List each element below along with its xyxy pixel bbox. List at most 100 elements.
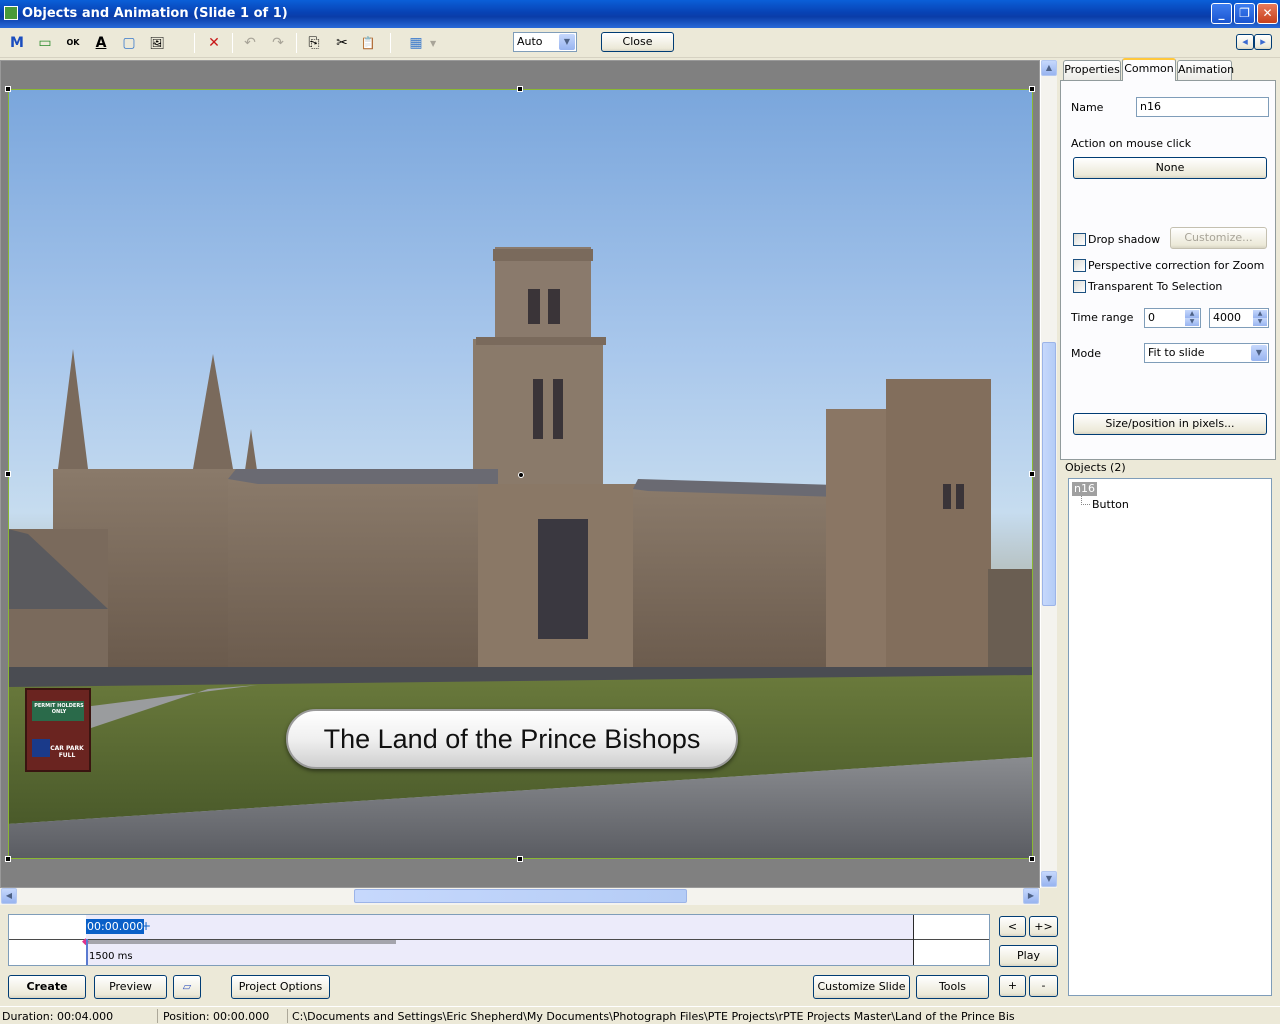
spin-down-icon[interactable]: ▼ (1185, 318, 1199, 326)
tools-button[interactable]: Tools (916, 975, 989, 999)
timeline-playhead[interactable] (86, 939, 88, 965)
copy-icon[interactable]: ⎘ (303, 32, 325, 54)
mode-select-value: Fit to slide (1148, 346, 1205, 359)
status-separator (287, 1009, 288, 1023)
scroll-up-icon[interactable]: ▲ (1041, 60, 1057, 76)
close-window-button[interactable]: ✕ (1257, 3, 1278, 24)
create-button[interactable]: Create (8, 975, 86, 999)
toolbar: M ▭ OK A ▢ 🖼 ✕ ↶ ↷ ⎘ ✂ 📋 ▦ ▼ Auto ▼ Clos… (0, 28, 1280, 58)
add-frame-icon[interactable]: ▭ (34, 32, 56, 54)
timeline[interactable]: 00:00.000 + ◆ 1500 ms (8, 914, 990, 966)
tab-common[interactable]: Common (1122, 58, 1176, 81)
vertical-scrollbar[interactable]: ▲ ▼ (1040, 60, 1057, 888)
tab-animation[interactable]: Animation (1177, 60, 1234, 80)
timeline-time-box[interactable]: 00:00.000 (86, 919, 145, 934)
toolbar-separator (296, 33, 297, 53)
resize-handle[interactable] (5, 86, 11, 92)
mode-select[interactable]: Fit to slide ▼ (1144, 343, 1269, 363)
resize-handle[interactable] (517, 856, 523, 862)
horizontal-scroll-thumb[interactable] (354, 889, 687, 903)
status-position: Position: 00:00.000 (163, 1010, 270, 1023)
timeline-add-button[interactable]: +> (1029, 916, 1058, 937)
spin-up-icon[interactable]: ▲ (1185, 310, 1199, 318)
app-icon (4, 6, 18, 20)
name-field[interactable]: n16 (1136, 97, 1269, 117)
timeline-prev-button[interactable]: < (999, 916, 1026, 937)
add-button-icon[interactable]: OK (62, 32, 84, 54)
tree-connector (1081, 496, 1090, 505)
maximize-button[interactable]: ❐ (1234, 3, 1255, 24)
zoom-select-value: Auto (517, 35, 543, 48)
chevron-down-icon: ▼ (1251, 345, 1267, 361)
toolbar-separator (390, 33, 391, 53)
slide-button-object[interactable]: The Land of the Prince Bishops (286, 709, 738, 769)
grid-icon[interactable]: ▦ (405, 32, 427, 54)
transparent-checkbox[interactable] (1073, 280, 1086, 293)
time-to-field[interactable]: 4000 ▲ ▼ (1209, 308, 1269, 328)
resize-handle[interactable] (517, 86, 523, 92)
zoom-select[interactable]: Auto ▼ (513, 32, 577, 52)
next-slide-icon[interactable]: ▸ (1254, 34, 1272, 50)
perspective-checkbox[interactable] (1073, 259, 1086, 272)
customize-slide-button[interactable]: Customize Slide (813, 975, 910, 999)
time-from-field[interactable]: 0 ▲ ▼ (1144, 308, 1201, 328)
add-text-icon[interactable]: A (90, 32, 112, 54)
time-from-value: 0 (1148, 311, 1155, 324)
cut-icon[interactable]: ✂ (331, 32, 353, 54)
resize-handle[interactable] (1029, 471, 1035, 477)
title-bar: Objects and Animation (Slide 1 of 1) _ ❐… (0, 0, 1280, 28)
scroll-down-icon[interactable]: ▼ (1041, 871, 1057, 887)
customize-button[interactable]: Customize... (1170, 227, 1267, 249)
close-button[interactable]: Close (601, 32, 674, 52)
add-mask-icon[interactable]: M (6, 32, 28, 54)
tab-properties[interactable]: Properties (1063, 60, 1121, 80)
scroll-left-icon[interactable]: ◀ (1, 888, 17, 904)
delete-icon[interactable]: ✕ (203, 32, 225, 54)
mode-label: Mode (1071, 347, 1101, 360)
resize-handle[interactable] (1029, 856, 1035, 862)
scroll-right-icon[interactable]: ▶ (1023, 888, 1039, 904)
paste-icon[interactable]: 📋 (357, 32, 379, 54)
add-image-icon[interactable]: 🖼 (146, 32, 168, 54)
time-range-label: Time range (1071, 311, 1134, 324)
grid-dropdown-icon[interactable]: ▼ (430, 39, 436, 48)
tree-item-button[interactable]: Button (1092, 498, 1129, 511)
perspective-label: Perspective correction for Zoom (1088, 259, 1265, 272)
drop-shadow-checkbox[interactable] (1073, 233, 1086, 246)
objects-header: Objects (2) (1065, 461, 1126, 474)
prev-slide-icon[interactable]: ◂ (1236, 34, 1254, 50)
preview-button[interactable]: Preview (94, 975, 167, 999)
spin-down-icon[interactable]: ▼ (1253, 318, 1267, 326)
objects-tree[interactable]: n16 Button (1068, 478, 1272, 996)
project-options-button[interactable]: Project Options (231, 975, 330, 999)
resize-handle[interactable] (5, 856, 11, 862)
spin-up-icon[interactable]: ▲ (1253, 310, 1267, 318)
time-to-value: 4000 (1213, 311, 1241, 324)
chevron-down-icon: ▼ (559, 34, 575, 50)
action-none-button[interactable]: None (1073, 157, 1267, 179)
resize-handle[interactable] (1029, 86, 1035, 92)
transparent-label: Transparent To Selection (1088, 280, 1223, 293)
add-rectangle-icon[interactable]: ▢ (118, 32, 140, 54)
size-position-button[interactable]: Size/position in pixels... (1073, 413, 1267, 435)
horizontal-scrollbar[interactable]: ◀ ▶ (0, 888, 1040, 905)
tree-item-n16[interactable]: n16 (1072, 482, 1097, 496)
remove-slide-button[interactable]: - (1029, 975, 1058, 997)
minimize-button[interactable]: _ (1211, 3, 1232, 24)
undo-icon[interactable]: ↶ (239, 32, 261, 54)
vertical-scroll-thumb[interactable] (1042, 342, 1056, 606)
status-bar: Duration: 00:04.000 Position: 00:00.000 … (0, 1006, 1280, 1024)
play-button[interactable]: Play (999, 945, 1058, 967)
status-duration: Duration: 00:04.000 (2, 1010, 114, 1023)
resize-handle[interactable] (5, 471, 11, 477)
redo-icon[interactable]: ↷ (267, 32, 289, 54)
center-handle[interactable] (518, 472, 524, 478)
window-title: Objects and Animation (Slide 1 of 1) (22, 6, 288, 21)
add-slide-button[interactable]: + (999, 975, 1026, 997)
toolbar-separator (194, 33, 195, 53)
toolbar-separator (232, 33, 233, 53)
timeline-duration-bar (86, 940, 396, 944)
timeline-plus[interactable]: + (141, 919, 151, 934)
action-label: Action on mouse click (1071, 137, 1192, 150)
fullscreen-preview-icon[interactable]: ▱ (173, 975, 201, 999)
